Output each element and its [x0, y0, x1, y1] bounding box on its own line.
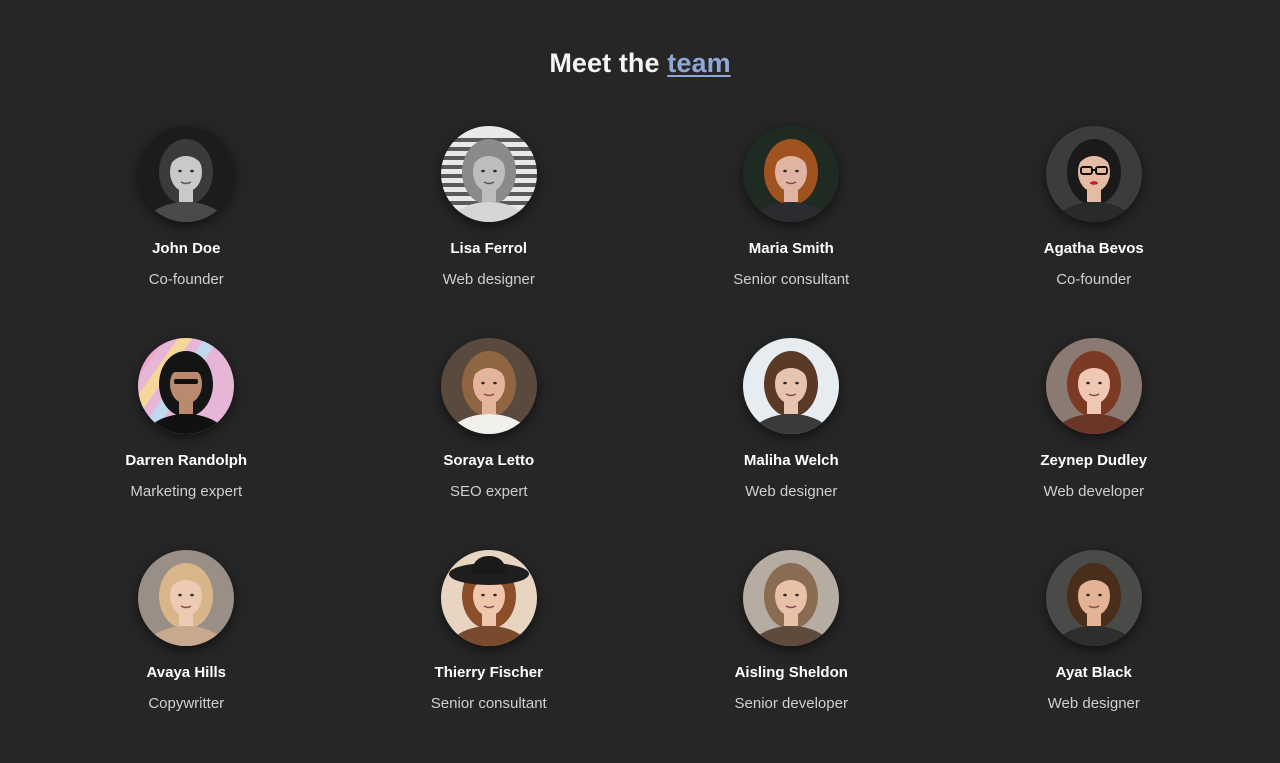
member-role: Co-founder — [148, 271, 224, 288]
portrait-photo — [1045, 338, 1142, 434]
team-member-card: Soraya Letto SEO expert — [338, 338, 641, 550]
team-member-card: Lisa Ferrol Web designer — [338, 126, 641, 338]
team-member-card: Ayat Black Web designer — [943, 550, 1246, 762]
portrait-photo — [743, 338, 840, 434]
member-role: Web designer — [745, 483, 838, 500]
member-name: Soraya Letto — [443, 452, 535, 469]
portrait-photo — [138, 338, 235, 434]
title-prefix: Meet the — [549, 48, 660, 78]
team-member-card: Maria Smith Senior consultant — [640, 126, 943, 338]
avatar — [743, 338, 840, 434]
portrait-photo — [1045, 550, 1142, 646]
member-name: Maria Smith — [748, 240, 834, 257]
member-name: Maliha Welch — [743, 452, 839, 469]
portrait-photo — [440, 126, 537, 222]
avatar — [138, 550, 235, 646]
avatar — [440, 126, 537, 222]
member-role: Senior consultant — [430, 695, 547, 712]
team-member-card: Maliha Welch Web designer — [640, 338, 943, 550]
member-name: Aisling Sheldon — [734, 664, 848, 681]
member-name: Thierry Fischer — [434, 664, 543, 681]
portrait-photo — [440, 338, 537, 434]
avatar — [138, 338, 235, 434]
avatar — [1045, 550, 1142, 646]
team-member-card: Agatha Bevos Co-founder — [943, 126, 1246, 338]
avatar — [743, 126, 840, 222]
member-role: Senior developer — [734, 695, 848, 712]
member-name: Agatha Bevos — [1043, 240, 1144, 257]
team-member-card: Zeynep Dudley Web developer — [943, 338, 1246, 550]
portrait-photo — [1045, 126, 1142, 222]
portrait-photo — [138, 126, 235, 222]
portrait-photo — [440, 550, 537, 646]
team-member-card: Aisling Sheldon Senior developer — [640, 550, 943, 762]
member-role: SEO expert — [449, 483, 528, 500]
title-team-link[interactable]: team — [667, 48, 730, 78]
avatar — [440, 550, 537, 646]
member-name: Lisa Ferrol — [450, 240, 528, 257]
page-title: Meet the team — [0, 44, 1280, 82]
member-name: Zeynep Dudley — [1040, 452, 1148, 469]
member-role: Web developer — [1043, 483, 1145, 500]
avatar — [138, 126, 235, 222]
member-name: Avaya Hills — [146, 664, 227, 681]
team-member-card: John Doe Co-founder — [35, 126, 338, 338]
portrait-photo — [743, 126, 840, 222]
team-member-card: Darren Randolph Marketing expert — [35, 338, 338, 550]
team-page: Meet the team John Doe Co-founder Lisa Fer… — [0, 0, 1280, 763]
member-role: Web designer — [442, 271, 535, 288]
portrait-photo — [138, 550, 235, 646]
member-role: Senior consultant — [733, 271, 850, 288]
member-name: Ayat Black — [1055, 664, 1132, 681]
avatar — [440, 338, 537, 434]
member-role: Web designer — [1047, 695, 1140, 712]
member-name: Darren Randolph — [125, 452, 248, 469]
team-member-card: Thierry Fischer Senior consultant — [338, 550, 641, 762]
avatar — [1045, 338, 1142, 434]
team-grid: John Doe Co-founder Lisa Ferrol Web designe… — [35, 126, 1245, 762]
team-member-card: Avaya Hills Copywritter — [35, 550, 338, 762]
member-role: Co-founder — [1056, 271, 1132, 288]
member-role: Copywritter — [148, 695, 225, 712]
portrait-photo — [743, 550, 840, 646]
avatar — [1045, 126, 1142, 222]
member-name: John Doe — [152, 240, 221, 257]
avatar — [743, 550, 840, 646]
member-role: Marketing expert — [130, 483, 243, 500]
